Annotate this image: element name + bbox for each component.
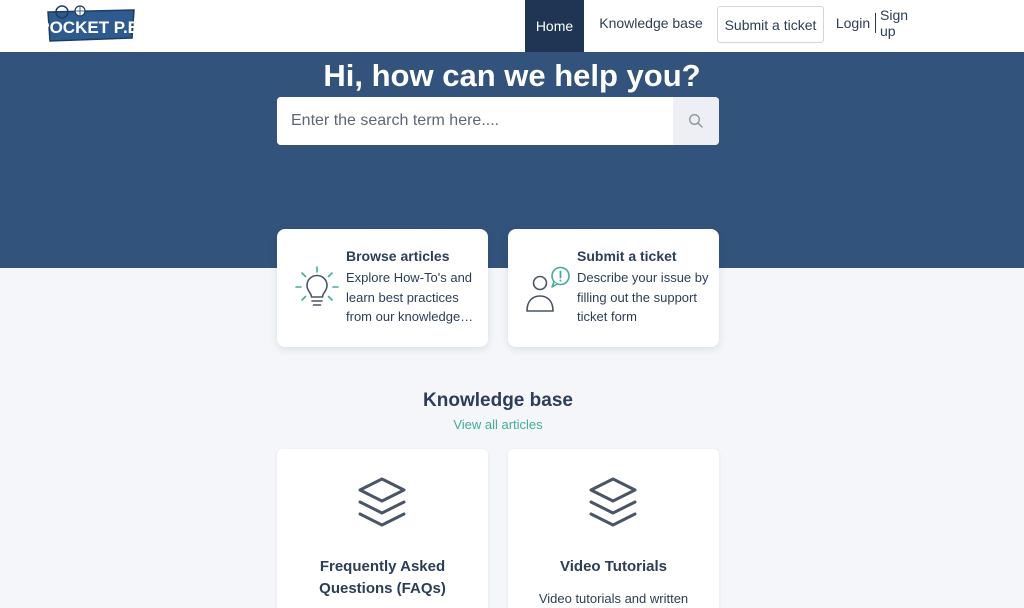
search-input[interactable] [277, 97, 673, 145]
lightbulb-icon [293, 263, 341, 315]
search-icon [689, 114, 703, 128]
kb-category-description: Video tutorials and written [538, 591, 689, 606]
browse-articles-card[interactable]: Browse articles Explore How-To's and lea… [277, 229, 488, 347]
card-description: Explore How-To's and learn best practice… [346, 270, 474, 324]
card-title: Browse articles [346, 248, 450, 264]
view-all-articles-link[interactable]: View all articles [0, 417, 996, 432]
nav-home[interactable]: Home [525, 0, 584, 52]
kb-category-title: Video Tutorials [560, 558, 667, 575]
nav-divider [875, 13, 876, 33]
pocket-pe-logo[interactable]: POCKET P.E. [38, 4, 144, 44]
nav-signup[interactable]: Sign up [880, 7, 926, 39]
hero-title: Hi, how can we help you? [323, 58, 701, 93]
nav-login[interactable]: Login [834, 13, 872, 33]
person-alert-icon [524, 263, 572, 315]
logo-text: POCKET P.E. [46, 18, 136, 37]
search-box [277, 97, 719, 145]
knowledge-base-heading: Knowledge base [423, 390, 573, 411]
submit-ticket-card[interactable]: Submit a ticket Describe your issue by f… [508, 229, 719, 347]
layers-icon [354, 475, 410, 531]
search-button[interactable] [673, 97, 719, 145]
kb-category-video-tutorials[interactable]: Video Tutorials Video tutorials and writ… [508, 449, 719, 608]
top-navigation-bar: POCKET P.E. Home Knowledge base Submit a… [0, 0, 1024, 52]
card-title: Submit a ticket [577, 248, 677, 264]
layers-icon [585, 475, 641, 531]
nav-submit-ticket-button[interactable]: Submit a ticket [717, 6, 824, 43]
kb-category-title: Frequently Asked Questions (FAQs) [319, 558, 446, 597]
card-description: Describe your issue by filling out the s… [577, 270, 709, 324]
kb-category-faqs[interactable]: Frequently Asked Questions (FAQs) [277, 449, 488, 608]
nav-knowledge-base[interactable]: Knowledge base [596, 0, 706, 46]
